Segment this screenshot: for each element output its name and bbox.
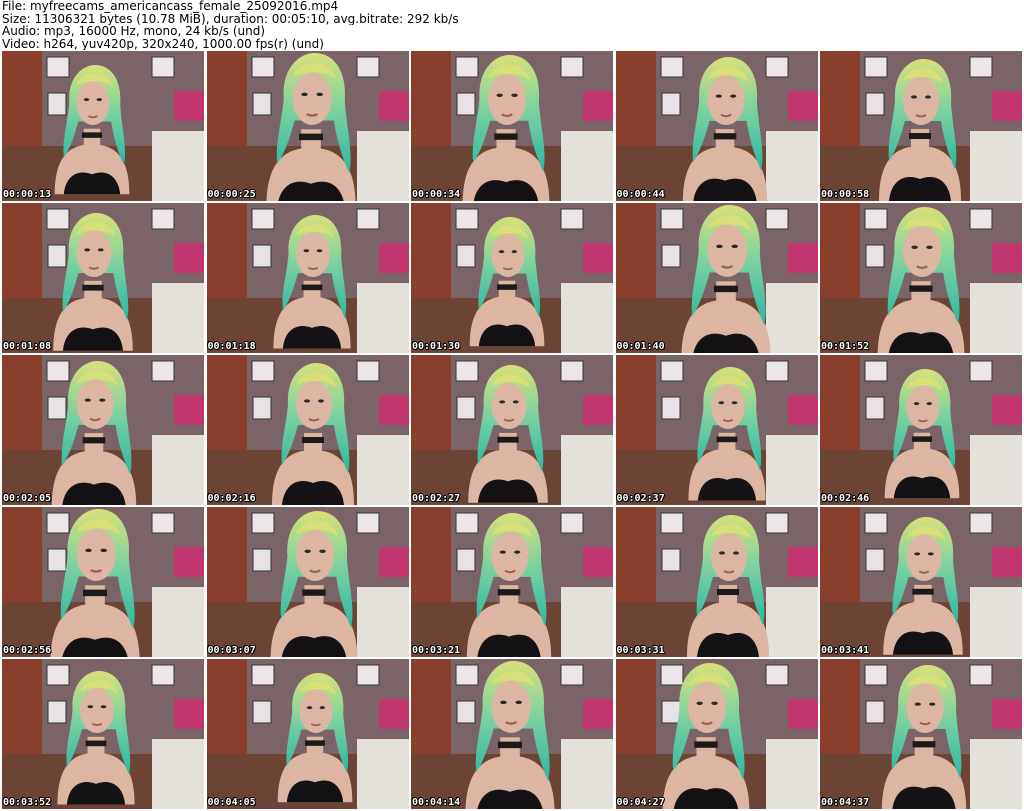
- thumbnail-timestamp: 00:03:31: [616, 645, 665, 656]
- thumbnail-image: [615, 203, 818, 353]
- video-thumbnail: 00:01:52: [820, 203, 1022, 353]
- thumbnail-image: [615, 659, 818, 809]
- thumbnail-image: [820, 507, 1022, 657]
- video-info-line: Video: h264, yuv420p, 320x240, 1000.00 f…: [2, 37, 324, 50]
- thumbnail-timestamp: 00:02:56: [3, 645, 52, 656]
- thumbnail-image: [206, 51, 409, 201]
- thumbnail-image: [411, 203, 613, 353]
- thumbnail-timestamp: 00:04:05: [207, 797, 256, 808]
- video-thumbnail: 00:02:56: [2, 507, 204, 657]
- video-thumbnail: 00:01:40: [615, 203, 818, 353]
- video-thumbnail: 00:03:52: [2, 659, 204, 809]
- video-thumbnail: 00:00:34: [411, 51, 613, 201]
- video-thumbnail: 00:02:46: [820, 355, 1022, 505]
- video-thumbnail: 00:01:18: [206, 203, 409, 353]
- thumbnail-timestamp: 00:03:21: [412, 645, 461, 656]
- video-thumbnail: 00:00:44: [615, 51, 818, 201]
- thumbnail-timestamp: 00:02:27: [412, 493, 461, 504]
- video-thumbnail: 00:04:05: [206, 659, 409, 809]
- thumbnail-grid: 00:00:13 00:00:25 00:00:34 00:00:44 00:00:58…: [2, 51, 1022, 809]
- thumbnail-timestamp: 00:01:08: [3, 341, 52, 352]
- thumbnail-image: [2, 51, 204, 201]
- thumbnail-image: [615, 355, 818, 505]
- thumbnail-image: [411, 355, 613, 505]
- thumbnail-timestamp: 00:01:40: [616, 341, 665, 352]
- thumbnail-image: [411, 659, 613, 809]
- thumbnail-timestamp: 00:03:07: [207, 645, 256, 656]
- video-thumbnail: 00:01:08: [2, 203, 204, 353]
- thumbnail-image: [411, 51, 613, 201]
- thumbnail-image: [2, 355, 204, 505]
- video-thumbnail: 00:02:05: [2, 355, 204, 505]
- thumbnail-timestamp: 00:01:52: [821, 341, 870, 352]
- thumbnail-image: [206, 203, 409, 353]
- thumbnail-image: [615, 507, 818, 657]
- thumbnail-image: [206, 355, 409, 505]
- video-thumbnail: 00:04:37: [820, 659, 1022, 809]
- thumbnail-timestamp: 00:01:30: [412, 341, 461, 352]
- thumbnail-timestamp: 00:03:52: [3, 797, 52, 808]
- video-thumbnail: 00:02:16: [206, 355, 409, 505]
- thumbnail-timestamp: 00:00:58: [821, 189, 870, 200]
- video-thumbnail: 00:00:13: [2, 51, 204, 201]
- video-thumbnail: 00:03:31: [615, 507, 818, 657]
- video-thumbnail: 00:00:25: [206, 51, 409, 201]
- audio-info-line: Audio: mp3, 16000 Hz, mono, 24 kb/s (und…: [2, 25, 266, 38]
- video-thumbnail: 00:04:14: [411, 659, 613, 809]
- thumbnail-image: [206, 507, 409, 657]
- thumbnail-image: [820, 203, 1022, 353]
- video-thumbnail: 00:03:07: [206, 507, 409, 657]
- video-thumbnail: 00:02:37: [615, 355, 818, 505]
- video-thumbnail: 00:03:41: [820, 507, 1022, 657]
- video-thumbnail: 00:04:27: [615, 659, 818, 809]
- video-thumbnail: 00:01:30: [411, 203, 613, 353]
- thumbnail-image: [615, 51, 818, 201]
- thumbnail-image: [2, 659, 204, 809]
- video-thumbnail: 00:02:27: [411, 355, 613, 505]
- video-thumbnail: 00:03:21: [411, 507, 613, 657]
- file-name-line: File: myfreecams_americancass_female_250…: [2, 0, 339, 13]
- thumbnail-timestamp: 00:00:13: [3, 189, 52, 200]
- thumbnail-image: [820, 659, 1022, 809]
- thumbnail-image: [820, 51, 1022, 201]
- thumbnail-timestamp: 00:03:41: [821, 645, 870, 656]
- file-info-header: File: myfreecams_americancass_female_250…: [2, 0, 1022, 50]
- thumbnail-timestamp: 00:00:25: [207, 189, 256, 200]
- thumbnail-image: [411, 507, 613, 657]
- thumbnail-timestamp: 00:01:18: [207, 341, 256, 352]
- thumbnail-image: [2, 203, 204, 353]
- thumbnail-timestamp: 00:04:27: [616, 797, 665, 808]
- thumbnail-timestamp: 00:04:37: [821, 797, 870, 808]
- thumbnail-image: [2, 507, 204, 657]
- thumbnail-image: [820, 355, 1022, 505]
- file-size-line: Size: 11306321 bytes (10.78 MiB), durati…: [2, 12, 459, 25]
- thumbnail-timestamp: 00:02:05: [3, 493, 52, 504]
- thumbnail-image: [206, 659, 409, 809]
- thumbnail-timestamp: 00:02:46: [821, 493, 870, 504]
- thumbnail-timestamp: 00:00:44: [616, 189, 665, 200]
- thumbnail-timestamp: 00:00:34: [412, 189, 461, 200]
- thumbnail-timestamp: 00:04:14: [412, 797, 461, 808]
- thumbnail-timestamp: 00:02:37: [616, 493, 665, 504]
- video-thumbnail: 00:00:58: [820, 51, 1022, 201]
- thumbnail-timestamp: 00:02:16: [207, 493, 256, 504]
